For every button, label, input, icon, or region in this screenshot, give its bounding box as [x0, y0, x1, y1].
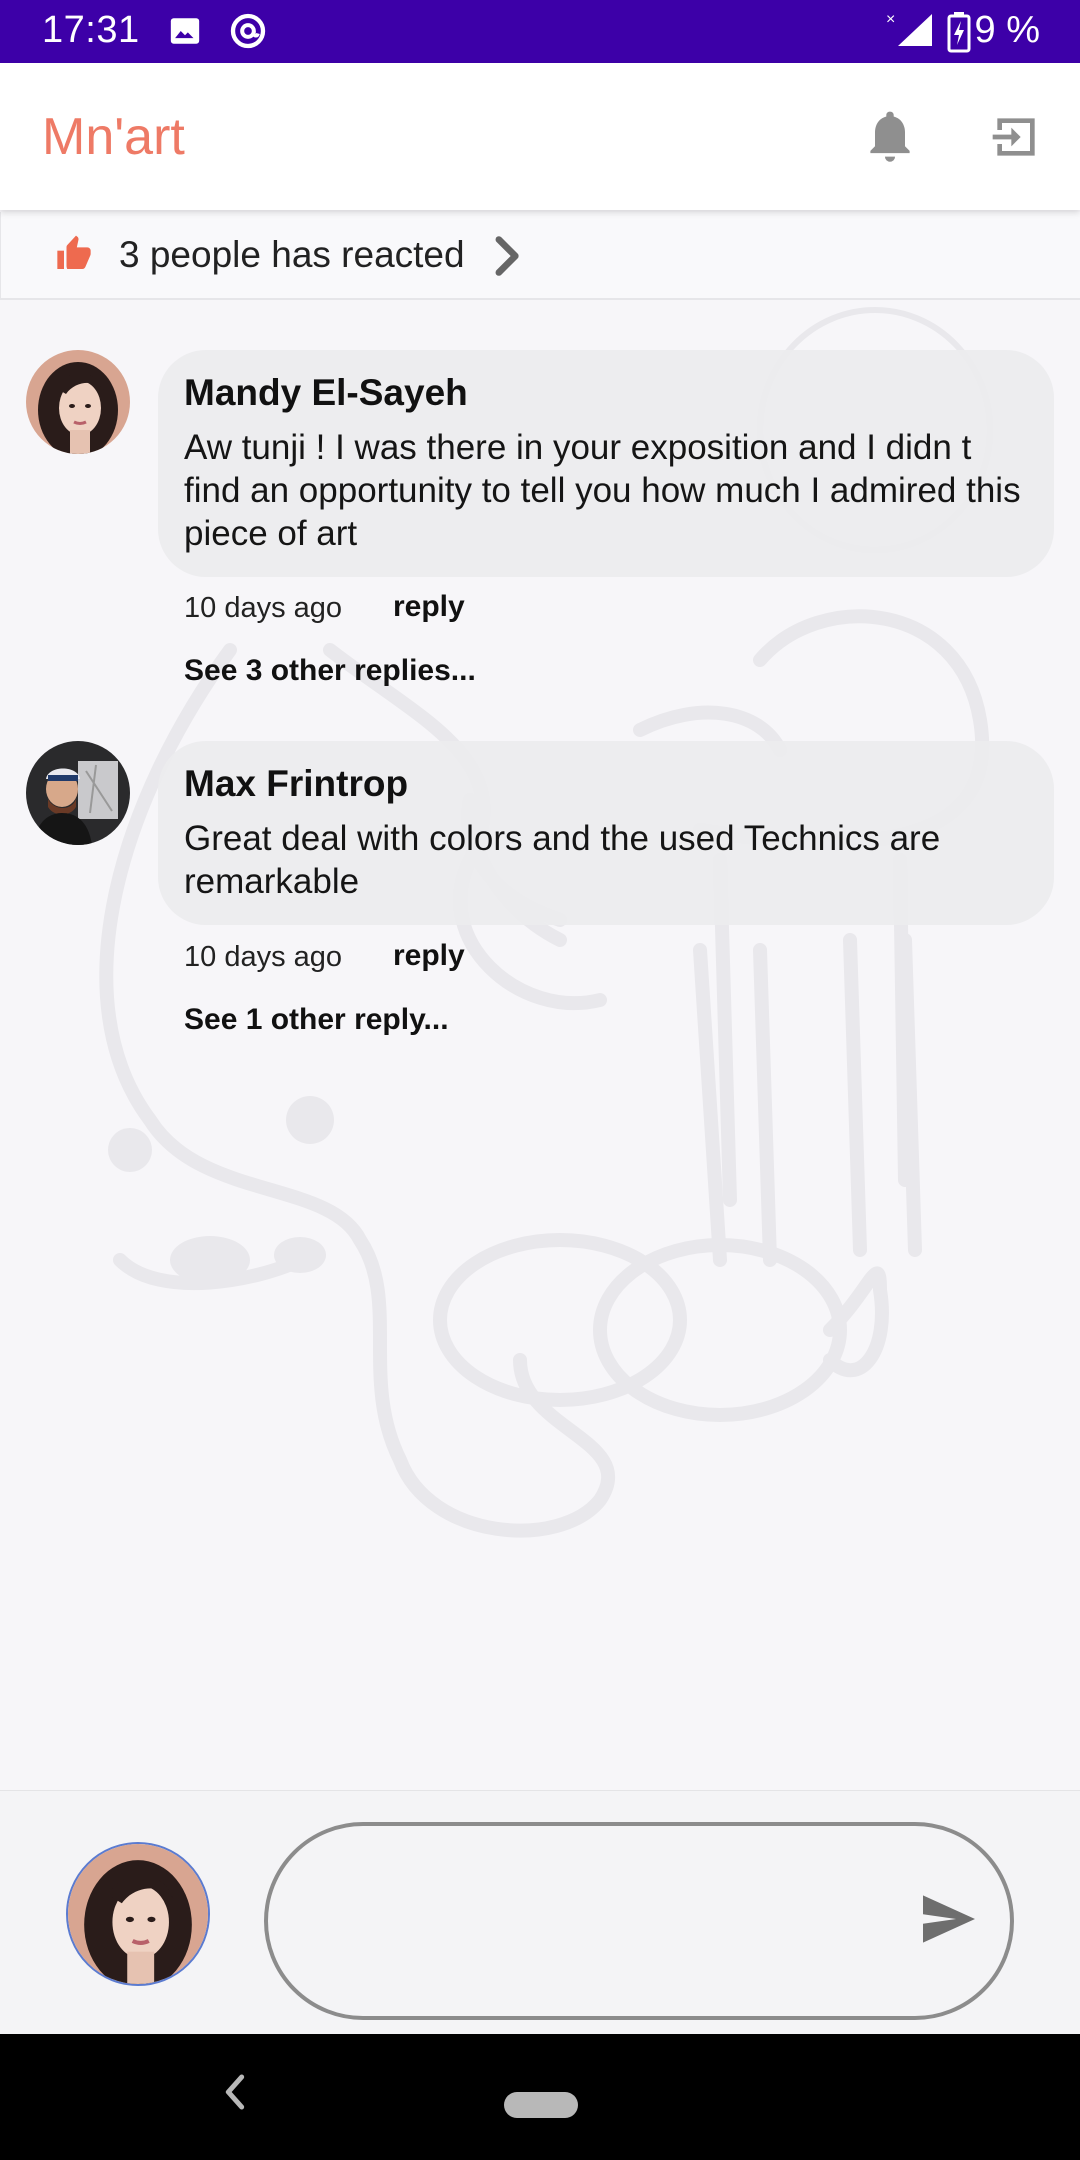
- comment-item: Mandy El-Sayeh Aw tunji ! I was there in…: [0, 350, 1080, 710]
- comment-bubble: Max Frintrop Great deal with colors and …: [158, 741, 1054, 925]
- status-bar: 17:31 × 9 %: [0, 0, 1080, 63]
- send-icon[interactable]: [920, 1893, 978, 1945]
- bell-icon[interactable]: [862, 107, 918, 167]
- battery-charging-icon: [947, 12, 971, 53]
- comment-time: 10 days ago: [184, 592, 343, 624]
- back-icon[interactable]: [220, 2072, 250, 2112]
- thumb-up-icon: [57, 235, 91, 269]
- home-pill[interactable]: [504, 2092, 578, 2118]
- comment-text: Great deal with colors and the used Tech…: [184, 819, 941, 901]
- comment-text: Aw tunji ! I was there in your expositio…: [184, 428, 1021, 553]
- see-replies-link[interactable]: See 1 other reply...: [184, 1003, 449, 1037]
- current-user-avatar: [66, 1842, 210, 1986]
- reply-button[interactable]: reply: [393, 939, 465, 973]
- see-replies-link[interactable]: See 3 other replies...: [184, 654, 476, 688]
- reactions-label: 3 people has reacted: [119, 234, 465, 275]
- comment-author[interactable]: Mandy El-Sayeh: [184, 372, 1028, 414]
- chevron-right-icon[interactable]: [493, 234, 523, 278]
- status-time: 17:31: [42, 9, 140, 51]
- exit-icon[interactable]: [988, 109, 1044, 165]
- comment-input[interactable]: [264, 1822, 1014, 2020]
- commenter-avatar[interactable]: [26, 741, 130, 845]
- app-title: Mn'art: [42, 108, 185, 166]
- battery-level: 9 %: [974, 9, 1040, 51]
- reactions-bar[interactable]: 3 people has reacted: [0, 212, 1080, 300]
- comment-bubble: Mandy El-Sayeh Aw tunji ! I was there in…: [158, 350, 1054, 577]
- image-icon: [170, 18, 200, 44]
- comment-author[interactable]: Max Frintrop: [184, 763, 1028, 805]
- commenter-avatar[interactable]: [26, 350, 130, 454]
- comment-time: 10 days ago: [184, 941, 343, 973]
- comment-composer: [0, 1790, 1080, 2034]
- system-nav-bar: [0, 2034, 1080, 2160]
- svg-text:×: ×: [886, 11, 895, 28]
- at-sign-icon: [230, 13, 266, 49]
- app-bar: Mn'art: [0, 63, 1080, 210]
- reply-button[interactable]: reply: [393, 590, 465, 624]
- signal-icon: ×: [886, 11, 932, 46]
- comment-item: Max Frintrop Great deal with colors and …: [0, 741, 1080, 1041]
